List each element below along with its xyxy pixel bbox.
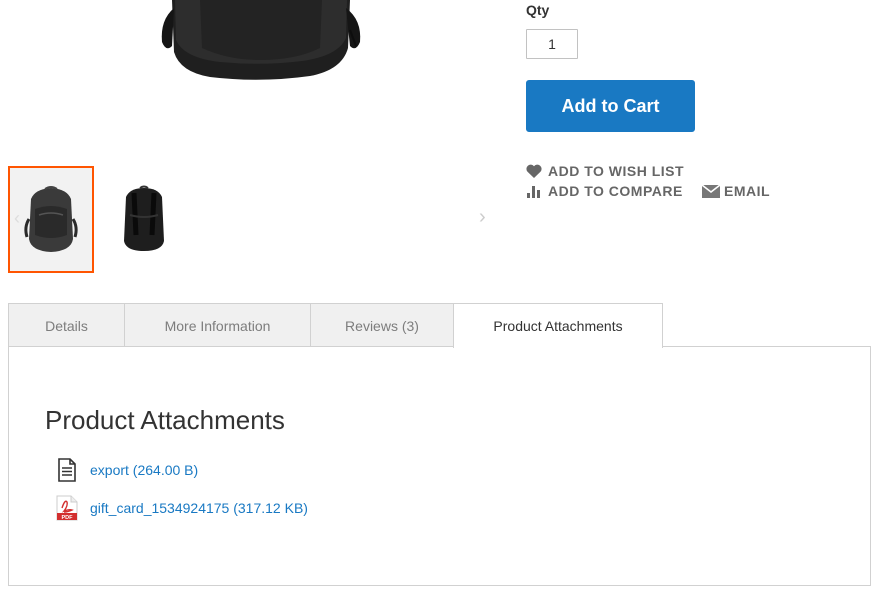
attachment-item: export (264.00 B) — [55, 457, 198, 483]
tab-details[interactable]: Details — [8, 303, 125, 347]
tab-reviews[interactable]: Reviews (3) — [310, 303, 454, 347]
main-product-image — [150, 0, 370, 82]
email-link[interactable]: EMAIL — [702, 183, 770, 199]
wishlist-label: ADD TO WISH LIST — [548, 163, 685, 179]
compare-label: ADD TO COMPARE — [548, 183, 683, 199]
attachments-title: Product Attachments — [45, 405, 285, 435]
document-icon — [55, 457, 79, 483]
attachment-link-gift-card[interactable]: gift_card_1534924175 (317.12 KB) — [90, 500, 308, 516]
qty-input[interactable] — [526, 29, 578, 59]
add-to-cart-button[interactable]: Add to Cart — [526, 80, 695, 132]
add-to-wishlist-link[interactable]: ADD TO WISH LIST — [526, 163, 684, 179]
backpack-front-icon — [24, 185, 78, 252]
pdf-icon: PDF — [55, 495, 79, 521]
attachment-link-export[interactable]: export (264.00 B) — [90, 462, 198, 478]
chevron-left-icon[interactable]: ‹ — [14, 208, 20, 229]
attachment-item: PDF gift_card_1534924175 (317.12 KB) — [55, 495, 308, 521]
tab-content-panel: Product Attachments export (264.00 B) PD… — [8, 346, 871, 586]
tab-more-information[interactable]: More Information — [124, 303, 311, 347]
email-label: EMAIL — [724, 183, 771, 199]
backpack-back-icon — [124, 185, 164, 251]
envelope-icon — [702, 183, 722, 199]
qty-label: Qty — [526, 2, 550, 18]
add-to-compare-link[interactable]: ADD TO COMPARE — [526, 183, 683, 199]
chevron-right-icon[interactable]: › — [479, 206, 486, 229]
svg-text:PDF: PDF — [62, 515, 74, 521]
heart-icon — [526, 163, 546, 179]
thumbnail-1[interactable] — [8, 166, 94, 273]
tab-product-attachments[interactable]: Product Attachments — [453, 303, 663, 348]
thumbnail-2[interactable] — [101, 166, 187, 273]
bar-chart-icon — [526, 183, 546, 199]
